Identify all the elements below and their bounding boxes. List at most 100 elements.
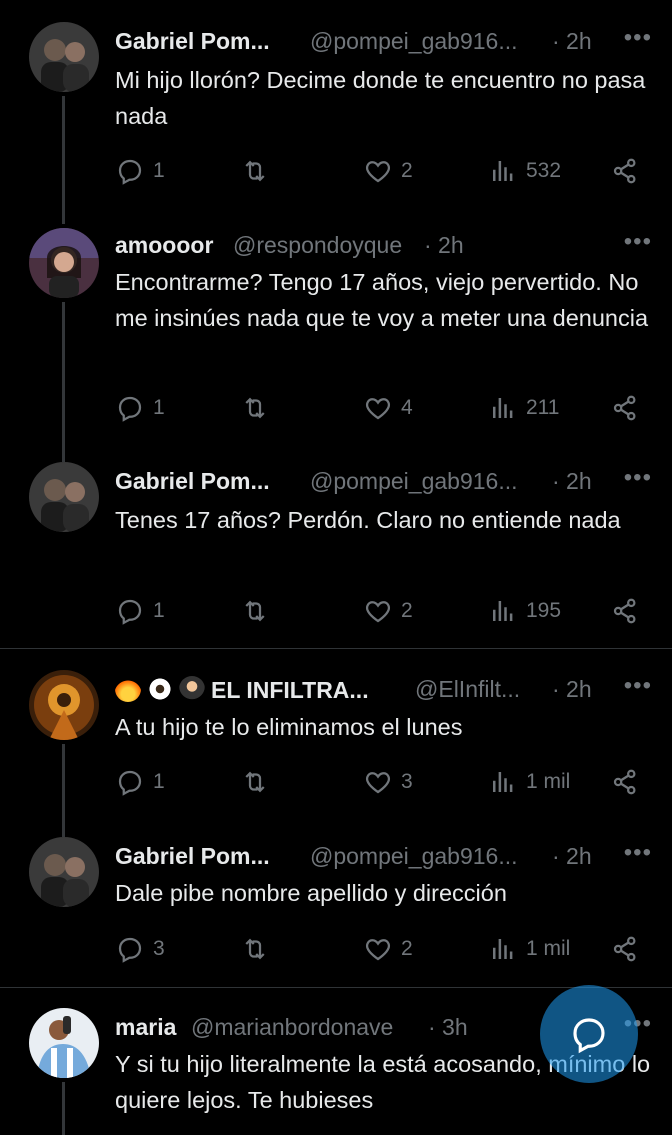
author-name[interactable]: amoooor	[115, 232, 213, 259]
reply-count: 3	[153, 937, 165, 960]
view-count: 532	[526, 159, 562, 182]
like-count: 2	[401, 937, 413, 960]
author-handle[interactable]: @ElInfilt...	[415, 676, 520, 703]
author-handle[interactable]: @marianbordonave	[191, 1014, 393, 1041]
reply-count: 1	[153, 599, 165, 622]
like-button[interactable]: 3	[363, 765, 413, 799]
more-options-button[interactable]: •••	[624, 839, 652, 867]
tweet-text: Encontrarme? Tengo 17 años, viejo perver…	[115, 269, 649, 331]
share-icon	[613, 769, 636, 795]
like-button[interactable]: 2	[363, 594, 413, 628]
view-count: 211	[526, 396, 560, 419]
views-icon	[493, 161, 513, 181]
share-button[interactable]	[610, 932, 640, 966]
like-count: 3	[401, 770, 413, 793]
author-handle[interactable]: @pompei_gab916...	[310, 28, 518, 55]
views-button[interactable]: 195	[488, 594, 561, 628]
like-button[interactable]: 4	[363, 391, 413, 425]
author-name[interactable]: EL INFILTRA...	[115, 676, 369, 704]
more-options-button[interactable]: •••	[624, 24, 652, 52]
author-handle[interactable]: @pompei_gab916...	[310, 468, 518, 495]
more-options-button[interactable]: •••	[624, 672, 652, 700]
reply-count: 1	[153, 396, 165, 419]
tweet-3[interactable]: Gabriel Pom... @pompei_gab916... · 2h ••…	[0, 440, 672, 648]
reply-icon	[118, 937, 142, 963]
like-icon	[365, 398, 391, 420]
retweet-button[interactable]	[240, 154, 270, 188]
tweet-4[interactable]: EL INFILTRA... @ElInfilt... · 2h ••• A t…	[0, 649, 672, 817]
avatar[interactable]	[29, 670, 99, 740]
eye-emoji-icon	[147, 676, 173, 702]
avatar[interactable]	[29, 837, 99, 907]
reply-icon	[118, 599, 142, 625]
share-button[interactable]	[610, 391, 640, 425]
author-name[interactable]: maria	[115, 1014, 176, 1041]
author-name[interactable]: Gabriel Pom...	[115, 28, 270, 55]
timestamp[interactable]: · 2h	[552, 676, 592, 703]
share-button[interactable]	[610, 594, 640, 628]
reply-count: 1	[153, 770, 165, 793]
like-icon	[365, 772, 391, 794]
ninja-emoji-icon	[179, 676, 205, 702]
like-button[interactable]: 2	[363, 932, 413, 966]
timestamp[interactable]: · 2h	[552, 468, 592, 495]
tweet-text: Dale pibe nombre apellido y dirección	[115, 880, 507, 906]
author-handle[interactable]: @pompei_gab916...	[310, 843, 518, 870]
author-name[interactable]: Gabriel Pom...	[115, 843, 270, 870]
views-icon	[493, 939, 513, 959]
tweet-text: Tenes 17 años? Perdón. Claro no entiende…	[115, 507, 621, 533]
views-icon	[493, 601, 513, 621]
reply-button[interactable]: 1	[115, 594, 165, 628]
view-count: 1 mil	[526, 770, 571, 793]
retweet-button[interactable]	[240, 765, 270, 799]
retweet-button[interactable]	[240, 594, 270, 628]
reply-button[interactable]: 1	[115, 765, 165, 799]
reply-button[interactable]: 3	[115, 932, 165, 966]
views-icon	[493, 772, 513, 792]
tweet-1[interactable]: Gabriel Pom... @pompei_gab916... · 2h ••…	[0, 0, 672, 200]
timestamp[interactable]: · 2h	[552, 843, 592, 870]
views-button[interactable]: 1 mil	[488, 932, 570, 966]
avatar[interactable]	[29, 228, 99, 298]
like-button[interactable]: 2	[363, 154, 413, 188]
tweet-2[interactable]: amoooor @respondoyque · 2h ••• Encontrar…	[0, 200, 672, 440]
avatar[interactable]	[29, 1008, 99, 1078]
share-button[interactable]	[610, 154, 640, 188]
more-options-button[interactable]: •••	[624, 228, 652, 256]
tweet-text: A tu hijo te lo eliminamos el lunes	[115, 714, 463, 740]
views-button[interactable]: 1 mil	[488, 765, 570, 799]
share-icon	[613, 395, 636, 421]
timestamp[interactable]: · 2h	[552, 28, 592, 55]
avatar[interactable]	[29, 22, 99, 92]
fire-emoji-icon	[115, 676, 141, 702]
more-options-button[interactable]: •••	[624, 464, 652, 492]
like-icon	[365, 161, 391, 183]
tweet-5[interactable]: Gabriel Pom... @pompei_gab916... · 2h ••…	[0, 817, 672, 987]
like-count: 2	[401, 599, 413, 622]
reply-icon	[118, 396, 142, 422]
like-icon	[365, 939, 391, 961]
share-icon	[613, 936, 636, 962]
retweet-button[interactable]	[240, 391, 270, 425]
views-button[interactable]: 532	[488, 154, 561, 188]
views-button[interactable]: 211	[488, 391, 559, 425]
reply-icon	[118, 770, 142, 796]
compose-button[interactable]	[540, 985, 638, 1083]
like-icon	[365, 601, 391, 623]
views-icon	[493, 398, 513, 418]
share-button[interactable]	[610, 765, 640, 799]
retweet-button[interactable]	[240, 932, 270, 966]
timestamp[interactable]: · 3h	[428, 1014, 468, 1041]
view-count: 1 mil	[526, 937, 571, 960]
avatar[interactable]	[29, 462, 99, 532]
view-count: 195	[526, 599, 562, 622]
reply-button[interactable]: 1	[115, 391, 165, 425]
author-handle[interactable]: @respondoyque	[233, 232, 402, 259]
reply-button[interactable]: 1	[115, 154, 165, 188]
retweet-icon	[245, 600, 265, 622]
reply-count: 1	[153, 159, 165, 182]
timestamp[interactable]: · 2h	[424, 232, 464, 259]
author-name[interactable]: Gabriel Pom...	[115, 468, 270, 495]
like-count: 4	[401, 396, 413, 419]
compose-icon	[573, 1018, 605, 1054]
